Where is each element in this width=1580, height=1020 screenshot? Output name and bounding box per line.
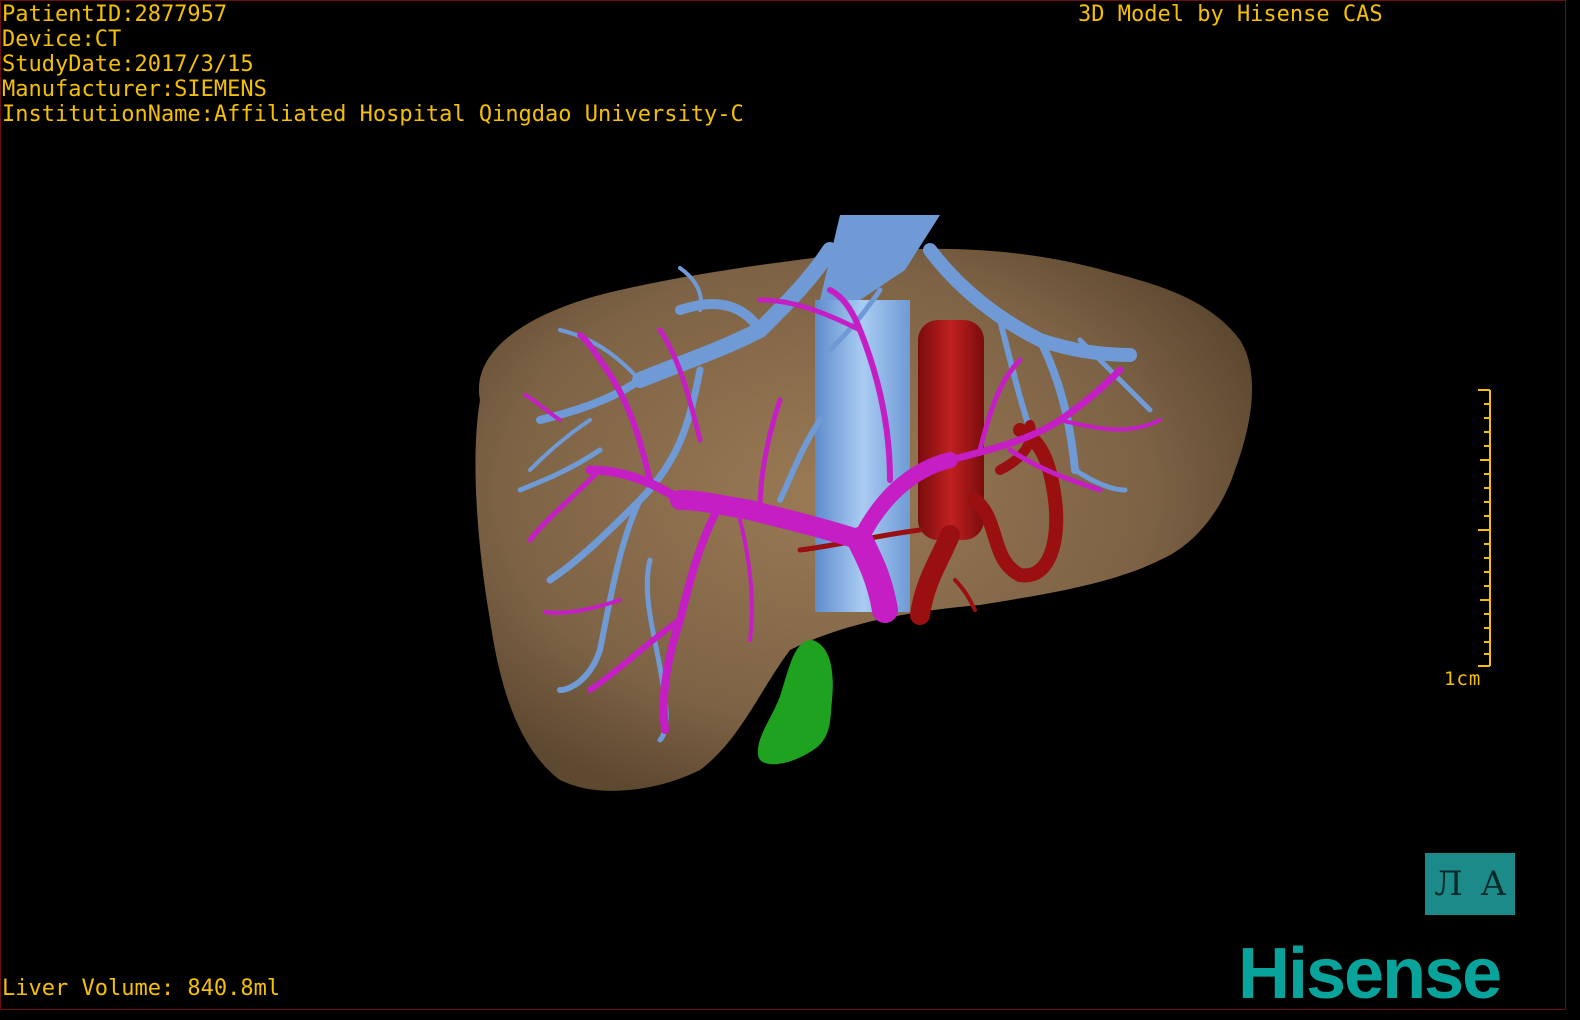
liver-volume-text: Liver Volume: 840.8ml <box>2 976 281 1001</box>
annotation-left-glyph: Л <box>1434 864 1463 904</box>
manufacturer-text: Manufacturer:SIEMENS <box>2 77 267 102</box>
scale-ruler-label: 1cm <box>1444 668 1482 690</box>
institution-text: InstitutionName:Affiliated Hospital Qing… <box>2 102 744 127</box>
hisense-logo: Hisense <box>1238 934 1502 1014</box>
device-text: Device:CT <box>2 27 122 52</box>
patient-info-overlay: PatientID:2877957 Device:CT StudyDate:20… <box>2 2 744 127</box>
scale-ruler <box>1478 389 1491 667</box>
annotation-right-glyph: A <box>1481 864 1506 904</box>
annotation-toggle-button[interactable]: Л A <box>1425 853 1515 915</box>
study-date-text: StudyDate:2017/3/15 <box>2 52 254 77</box>
model-credit-text: 3D Model by Hisense CAS <box>1078 2 1383 27</box>
patient-id-text: PatientID:2877957 <box>2 2 228 27</box>
liver-3d-viewport[interactable] <box>0 0 1566 1010</box>
